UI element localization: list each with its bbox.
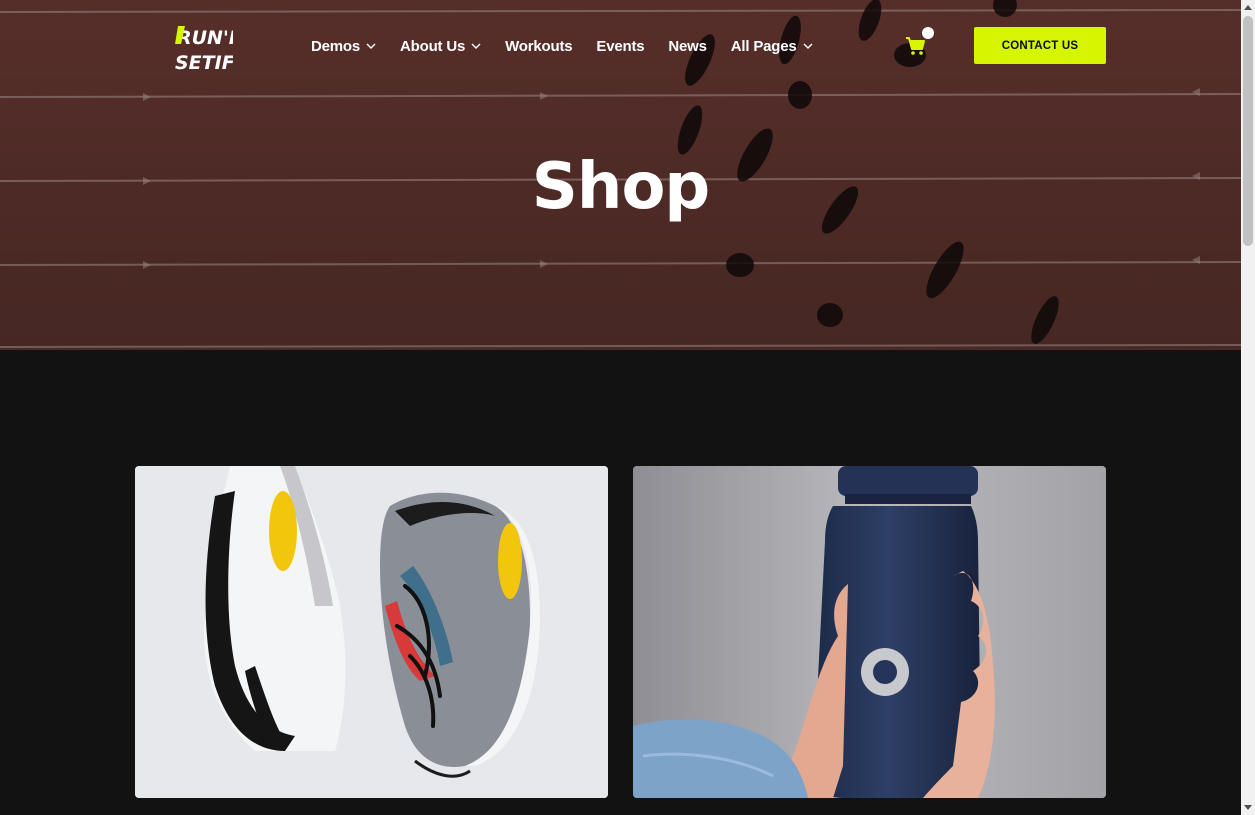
cart-count-badge bbox=[922, 27, 934, 39]
nav-item-all-pages[interactable]: All Pages bbox=[731, 38, 813, 55]
water-bottle-photo bbox=[633, 466, 1106, 798]
chevron-down-icon bbox=[803, 43, 813, 49]
svg-text:SETIF: SETIF bbox=[175, 52, 233, 72]
shopping-cart-icon[interactable] bbox=[905, 36, 927, 56]
nav-label: Workouts bbox=[505, 37, 573, 55]
nav-label: Demos bbox=[311, 37, 361, 55]
nav-item-news[interactable]: News bbox=[668, 37, 707, 55]
chevron-down-icon bbox=[471, 43, 481, 49]
nav-item-workouts[interactable]: Workouts bbox=[505, 38, 572, 55]
nav-label: Events bbox=[596, 37, 645, 55]
running-sneakers-photo bbox=[135, 466, 608, 798]
scroll-down-arrow-icon[interactable] bbox=[1241, 801, 1255, 815]
nav-label: All Pages bbox=[730, 37, 797, 55]
product-card[interactable] bbox=[135, 466, 608, 798]
nav-label: About Us bbox=[400, 37, 466, 55]
page-title: Shop bbox=[531, 150, 710, 224]
chevron-down-icon bbox=[366, 43, 376, 49]
scrollbar-thumb[interactable] bbox=[1243, 16, 1253, 246]
scroll-up-arrow-icon[interactable] bbox=[1241, 0, 1255, 14]
product-card[interactable] bbox=[633, 466, 1106, 798]
nav-label: News bbox=[668, 37, 707, 55]
nav-item-events[interactable]: Events bbox=[596, 38, 644, 55]
nav-item-demos[interactable]: Demos bbox=[311, 38, 376, 55]
svg-text:RUN'IN: RUN'IN bbox=[177, 27, 233, 49]
main-navigation: Demos About Us Workouts Events News All … bbox=[311, 36, 837, 56]
hero-divider bbox=[0, 348, 1241, 350]
site-logo[interactable]: RUN'IN SETIF bbox=[175, 22, 233, 72]
nav-item-about-us[interactable]: About Us bbox=[400, 38, 481, 55]
contact-us-button[interactable]: CONTACT US bbox=[974, 27, 1106, 64]
